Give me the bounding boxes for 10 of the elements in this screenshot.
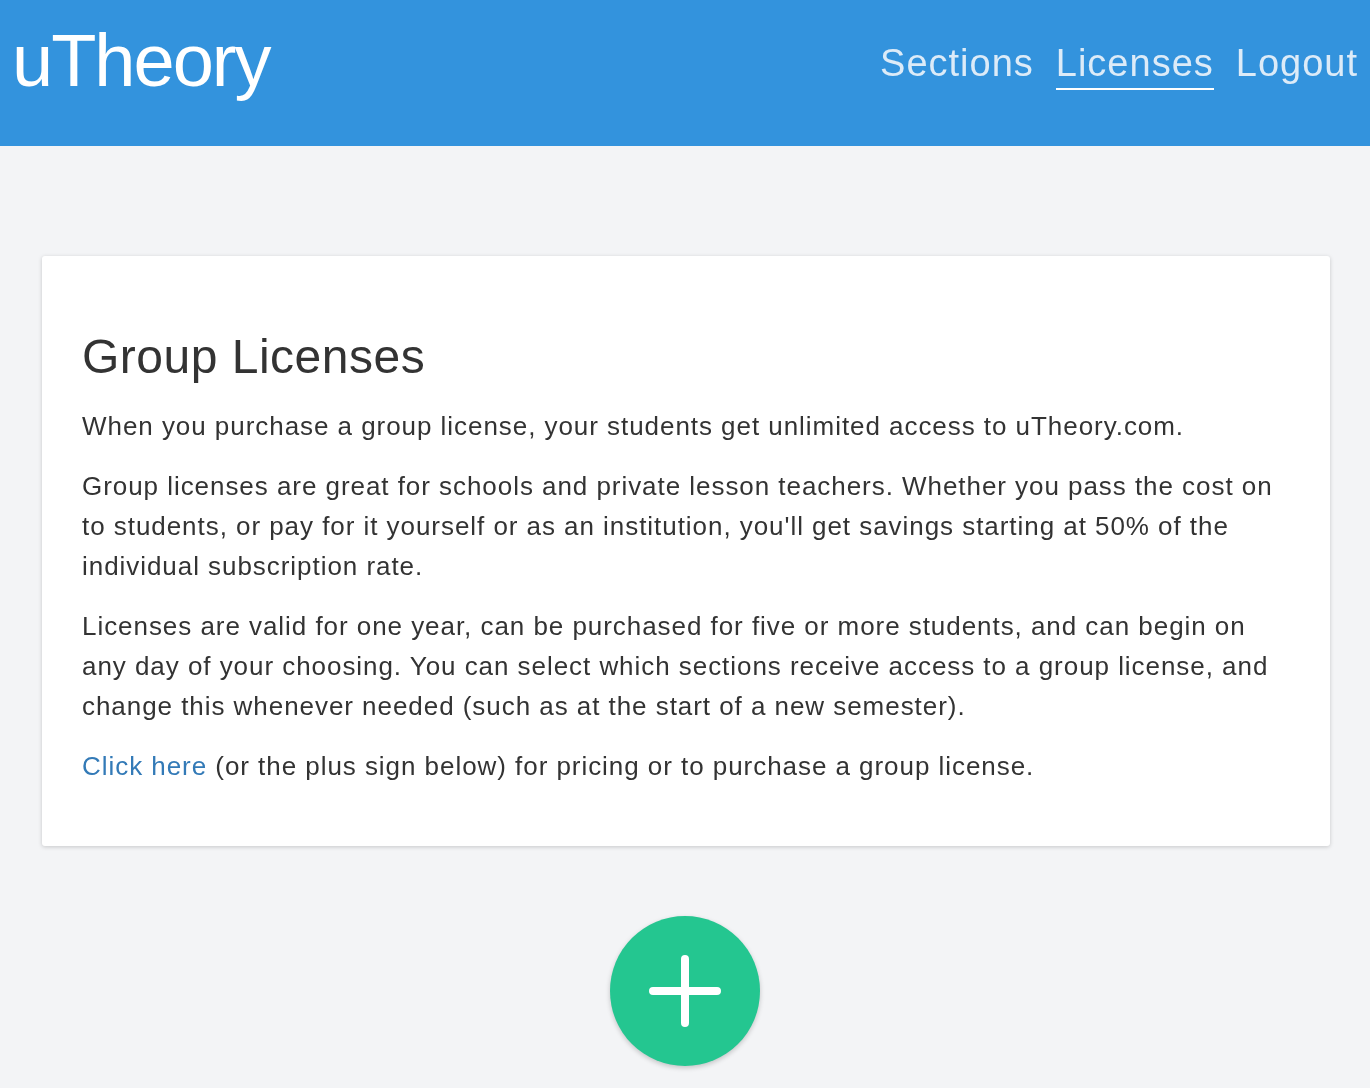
call-to-action-text: Click here (or the plus sign below) for pricing or to purchase a group license. xyxy=(82,749,1036,783)
paragraph-text: Licenses are valid for one year, can be purchased for five or more students, and can begin on any day of your choosing. You can select which sections receive access to a group license, and change this whenever needed (such as at the start of a new semester). xyxy=(82,609,1270,723)
paragraph-text: Group licenses are great for schools and private lesson teachers. Whether you pass the cost on to students, or pay for it yourself or as an institution, you'll get savings starting at 50% of the individual subscription rate. xyxy=(82,469,1274,583)
paragraph-text: When you purchase a group license, your students get unlimited access to uTheory.com. xyxy=(82,409,1186,443)
nav-link[interactable]: Licenses xyxy=(1055,42,1214,90)
nav-link[interactable]: Logout xyxy=(1235,42,1358,90)
pricing-link[interactable]: Click here xyxy=(82,750,208,781)
plus-icon xyxy=(649,954,721,1027)
card-title: Group Licenses xyxy=(82,329,427,385)
nav-link[interactable]: Sections xyxy=(880,42,1034,90)
